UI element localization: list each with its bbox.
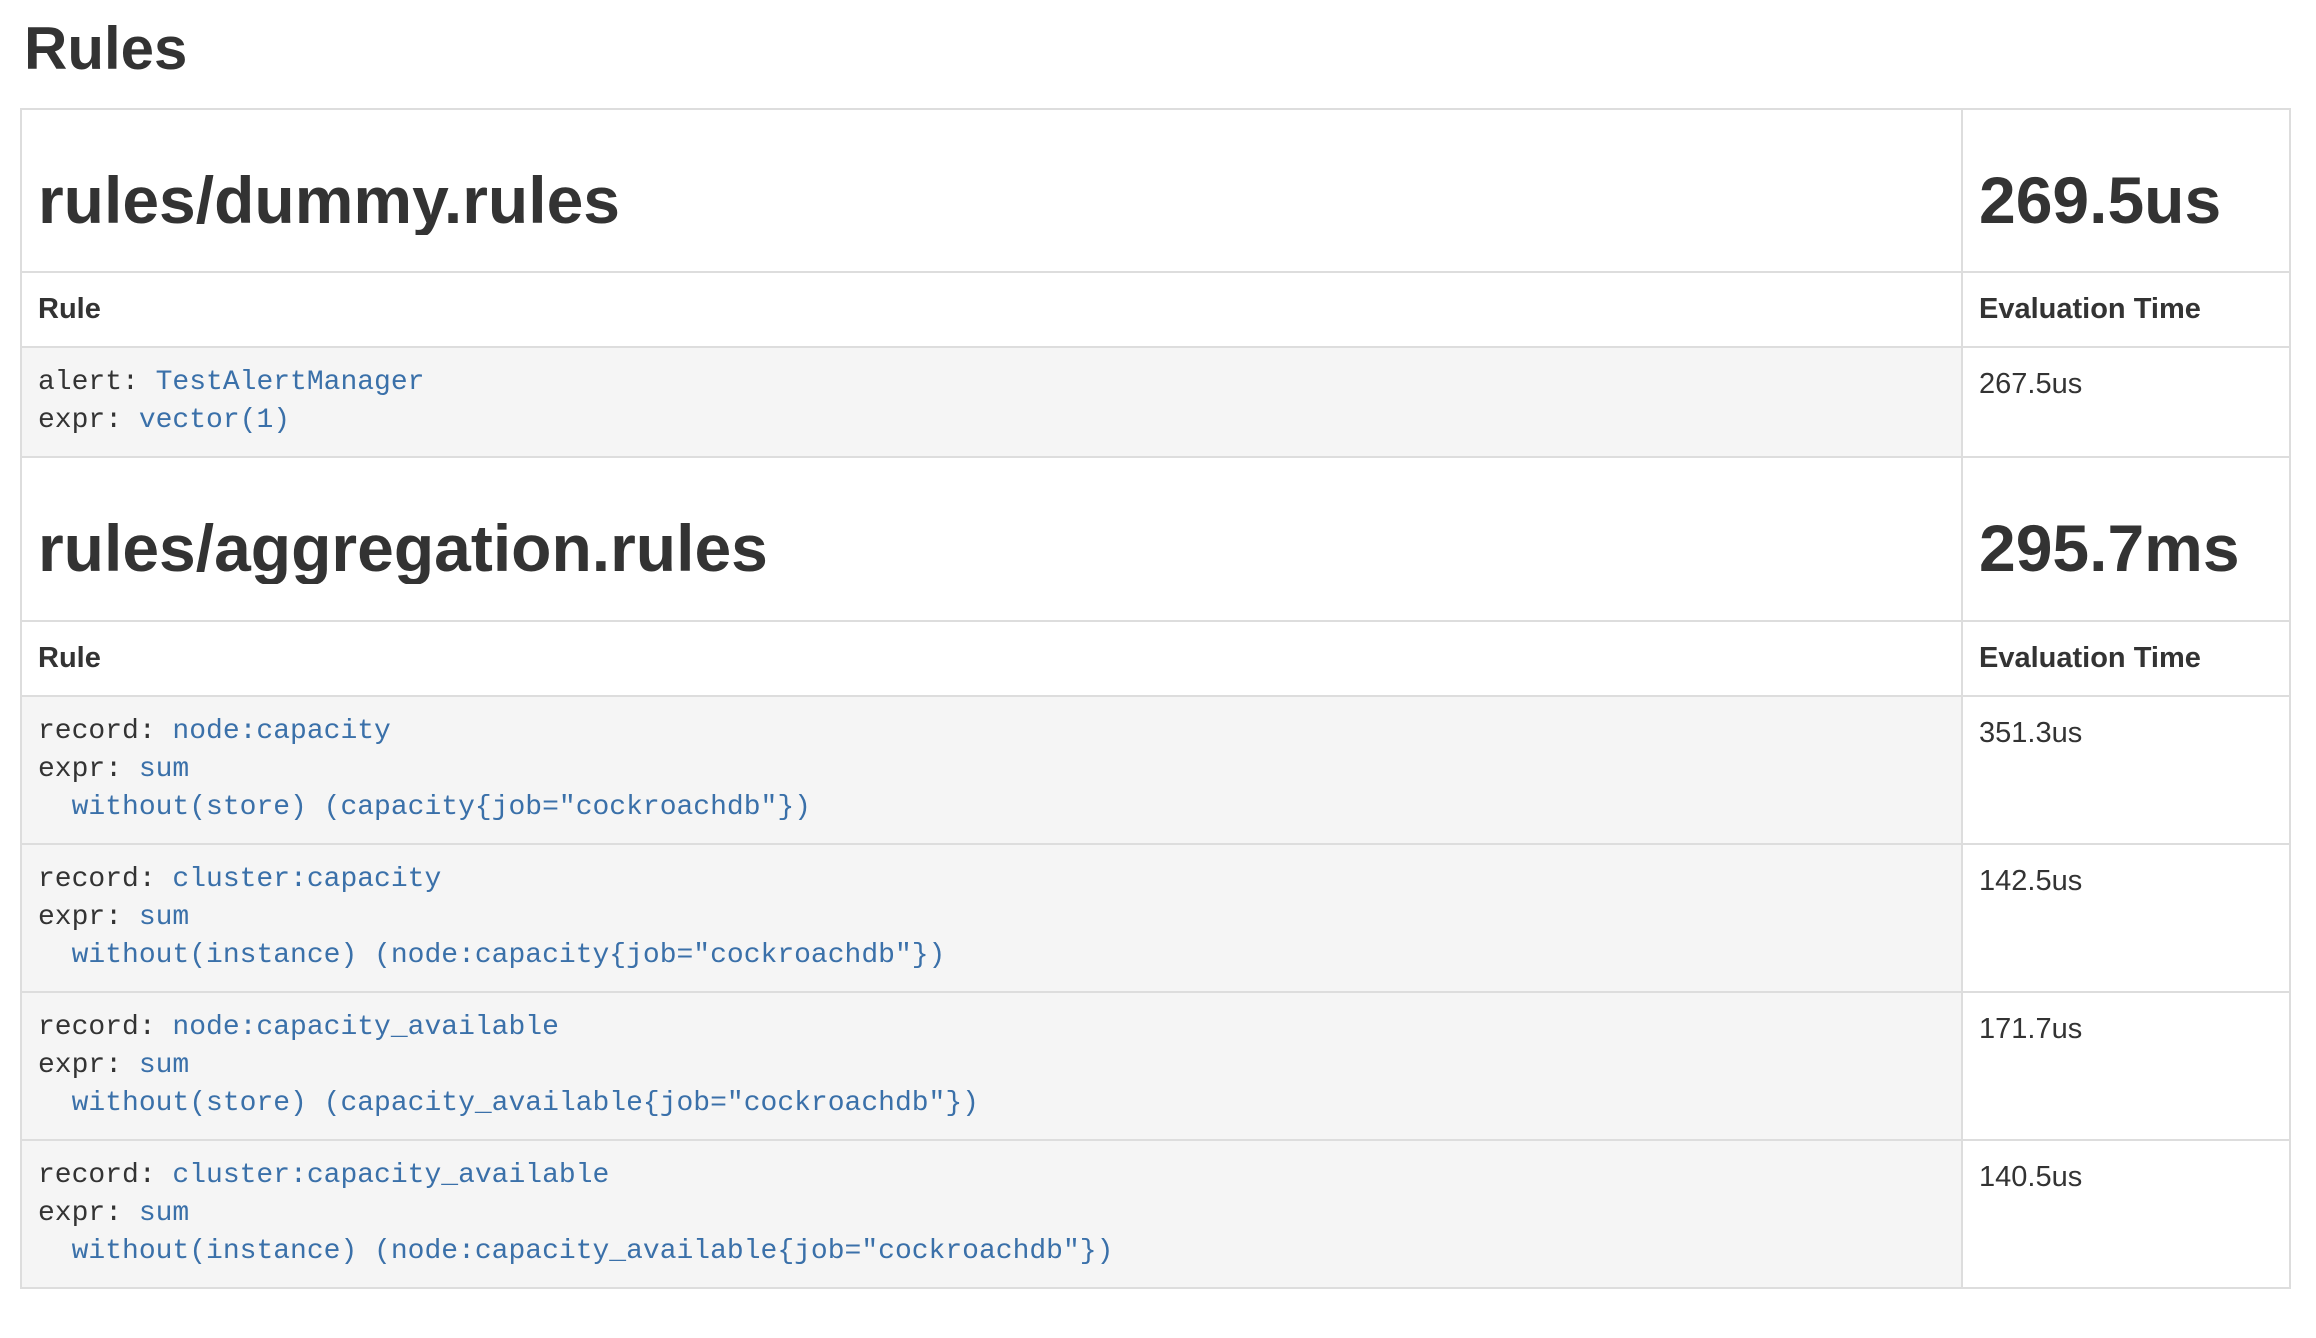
- rule-row: record: node:capacity expr: sum without(…: [21, 696, 2290, 844]
- rule-group-eval-time-cell: 269.5us: [1962, 109, 2290, 272]
- rule-cell: record: node:capacity expr: sum without(…: [21, 696, 1962, 844]
- rule-row: record: cluster:capacity expr: sum witho…: [21, 844, 2290, 992]
- rule-code: record: node:capacity_available expr: su…: [38, 1009, 1945, 1123]
- rules-table: rules/dummy.rules269.5usRuleEvaluation T…: [20, 108, 2291, 1289]
- rule-group-name: rules/aggregation.rules: [38, 514, 1945, 583]
- rule-keyword: expr:: [38, 1198, 139, 1229]
- rule-cell: alert: TestAlertManager expr: vector(1): [21, 347, 1962, 457]
- rule-keyword: record:: [38, 716, 172, 747]
- rule-keyword: expr:: [38, 405, 139, 436]
- page-title: Rules: [24, 16, 2291, 82]
- rule-link[interactable]: vector(1): [139, 405, 290, 436]
- column-header-eval-time: Evaluation Time: [1962, 621, 2290, 696]
- rule-keyword: expr:: [38, 754, 139, 785]
- rule-link[interactable]: node:capacity_available: [172, 1012, 558, 1043]
- rule-eval-time: 142.5us: [1962, 844, 2290, 992]
- rule-keyword: record:: [38, 1012, 172, 1043]
- rule-row: record: node:capacity_available expr: su…: [21, 992, 2290, 1140]
- rule-cell: record: cluster:capacity_available expr:…: [21, 1140, 1962, 1288]
- rule-code: record: cluster:capacity expr: sum witho…: [38, 861, 1945, 975]
- rule-keyword: record:: [38, 864, 172, 895]
- rule-link[interactable]: sum without(instance) (node:capacity_ava…: [38, 1198, 1113, 1267]
- rule-row: record: cluster:capacity_available expr:…: [21, 1140, 2290, 1288]
- rule-link[interactable]: sum without(store) (capacity_available{j…: [38, 1050, 979, 1119]
- rule-group-name: rules/dummy.rules: [38, 166, 1945, 235]
- rule-group-eval-time: 269.5us: [1979, 166, 2273, 235]
- rule-keyword: expr:: [38, 1050, 139, 1081]
- rule-link[interactable]: cluster:capacity_available: [172, 1160, 609, 1191]
- rule-group-row: rules/aggregation.rules 295.7ms: [21, 457, 2290, 620]
- rule-cell: record: cluster:capacity expr: sum witho…: [21, 844, 1962, 992]
- rules-page: Rules rules/dummy.rules269.5usRuleEvalua…: [0, 16, 2316, 1289]
- column-header-row: RuleEvaluation Time: [21, 272, 2290, 347]
- rule-link[interactable]: sum without(store) (capacity{job="cockro…: [38, 754, 811, 823]
- rule-keyword: record:: [38, 1160, 172, 1191]
- rule-link[interactable]: TestAlertManager: [156, 367, 425, 398]
- rule-keyword: alert:: [38, 367, 156, 398]
- rule-link[interactable]: cluster:capacity: [172, 864, 441, 895]
- rule-eval-time: 140.5us: [1962, 1140, 2290, 1288]
- rule-link[interactable]: node:capacity: [172, 716, 390, 747]
- rule-group-name-cell: rules/dummy.rules: [21, 109, 1962, 272]
- rule-code: record: cluster:capacity_available expr:…: [38, 1157, 1945, 1271]
- rule-group-eval-time-cell: 295.7ms: [1962, 457, 2290, 620]
- rule-group-row: rules/dummy.rules 269.5us: [21, 109, 2290, 272]
- rule-cell: record: node:capacity_available expr: su…: [21, 992, 1962, 1140]
- rule-group-eval-time: 295.7ms: [1979, 514, 2273, 583]
- rules-table-body: rules/dummy.rules269.5usRuleEvaluation T…: [21, 109, 2290, 1288]
- column-header-rule: Rule: [21, 272, 1962, 347]
- column-header-rule: Rule: [21, 621, 1962, 696]
- rule-eval-time: 171.7us: [1962, 992, 2290, 1140]
- column-header-row: RuleEvaluation Time: [21, 621, 2290, 696]
- rule-eval-time: 351.3us: [1962, 696, 2290, 844]
- rule-keyword: expr:: [38, 902, 139, 933]
- column-header-eval-time: Evaluation Time: [1962, 272, 2290, 347]
- rule-eval-time: 267.5us: [1962, 347, 2290, 457]
- rule-code: record: node:capacity expr: sum without(…: [38, 713, 1945, 827]
- rule-group-name-cell: rules/aggregation.rules: [21, 457, 1962, 620]
- rule-row: alert: TestAlertManager expr: vector(1)2…: [21, 347, 2290, 457]
- rule-code: alert: TestAlertManager expr: vector(1): [38, 364, 1945, 440]
- rule-link[interactable]: sum without(instance) (node:capacity{job…: [38, 902, 945, 971]
